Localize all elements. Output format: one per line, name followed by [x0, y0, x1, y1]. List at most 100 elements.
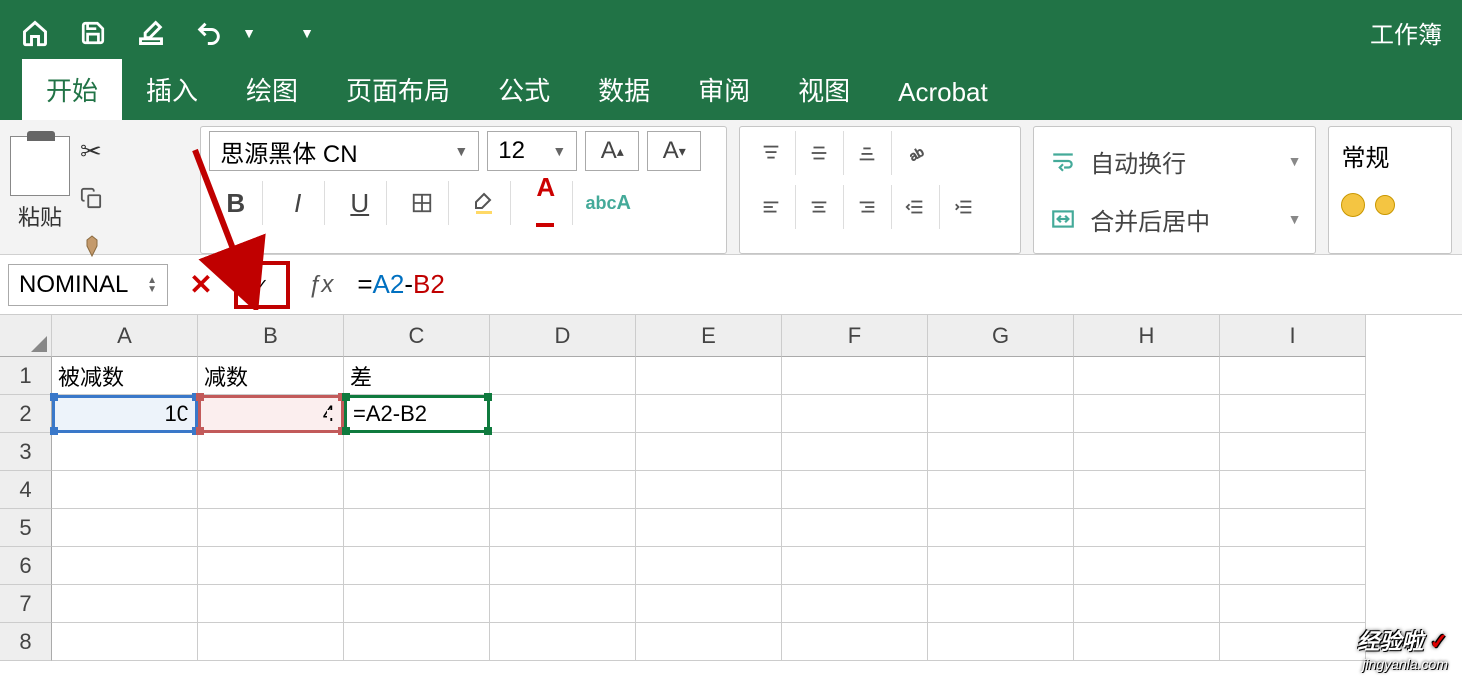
- cell[interactable]: [344, 471, 490, 509]
- cell[interactable]: [198, 471, 344, 509]
- cell[interactable]: [1220, 471, 1366, 509]
- italic-button[interactable]: I: [271, 181, 325, 225]
- cell-h1[interactable]: [1074, 357, 1220, 395]
- underline-button[interactable]: U: [333, 181, 387, 225]
- col-header-i[interactable]: I: [1220, 315, 1366, 357]
- align-center-icon[interactable]: [796, 185, 844, 229]
- currency-icon[interactable]: [1341, 193, 1365, 217]
- row-header-1[interactable]: 1: [0, 357, 52, 395]
- increase-font-icon[interactable]: A▴: [585, 131, 639, 171]
- cell[interactable]: [198, 433, 344, 471]
- fill-color-button[interactable]: [457, 181, 511, 225]
- align-right-icon[interactable]: [844, 185, 892, 229]
- cell[interactable]: [1074, 623, 1220, 661]
- wrap-text-button[interactable]: 自动换行▼: [1048, 135, 1301, 187]
- font-color-button[interactable]: A: [519, 181, 573, 225]
- cell[interactable]: [636, 585, 782, 623]
- cell[interactable]: [636, 547, 782, 585]
- cell[interactable]: [1074, 433, 1220, 471]
- cell-c1[interactable]: 差: [344, 357, 490, 395]
- cell[interactable]: [198, 585, 344, 623]
- borders-button[interactable]: [395, 181, 449, 225]
- cell-d2[interactable]: [490, 395, 636, 433]
- cell-i2[interactable]: [1220, 395, 1366, 433]
- paste-button[interactable]: 粘贴: [10, 126, 70, 232]
- tab-acrobat[interactable]: Acrobat: [874, 65, 1012, 120]
- cell[interactable]: [1220, 585, 1366, 623]
- cell[interactable]: [490, 623, 636, 661]
- tab-review[interactable]: 审阅: [674, 59, 774, 120]
- cell-b1[interactable]: 减数: [198, 357, 344, 395]
- save-icon[interactable]: [78, 18, 108, 48]
- col-header-h[interactable]: H: [1074, 315, 1220, 357]
- cell[interactable]: [344, 585, 490, 623]
- tab-formulas[interactable]: 公式: [474, 59, 574, 120]
- cell[interactable]: [490, 585, 636, 623]
- cell[interactable]: [52, 585, 198, 623]
- number-format-select[interactable]: 常规: [1341, 135, 1439, 175]
- tab-home[interactable]: 开始: [22, 59, 122, 120]
- align-top-icon[interactable]: [748, 131, 796, 175]
- align-left-icon[interactable]: [748, 185, 796, 229]
- cell-g1[interactable]: [928, 357, 1074, 395]
- cell[interactable]: [490, 509, 636, 547]
- cell[interactable]: [1074, 585, 1220, 623]
- row-header-5[interactable]: 5: [0, 509, 52, 547]
- bold-button[interactable]: B: [209, 181, 263, 225]
- col-header-a[interactable]: A: [52, 315, 198, 357]
- cell-g2[interactable]: [928, 395, 1074, 433]
- cell[interactable]: [928, 509, 1074, 547]
- row-header-4[interactable]: 4: [0, 471, 52, 509]
- cell[interactable]: [928, 623, 1074, 661]
- cell[interactable]: [928, 471, 1074, 509]
- cell[interactable]: [198, 623, 344, 661]
- select-all-button[interactable]: [0, 315, 52, 357]
- cell[interactable]: [636, 433, 782, 471]
- cell[interactable]: [1220, 623, 1366, 661]
- cell-a1[interactable]: 被减数: [52, 357, 198, 395]
- cell-c2[interactable]: =A2-B2: [344, 395, 490, 433]
- cell[interactable]: [198, 509, 344, 547]
- undo-dropdown-icon[interactable]: ▼: [234, 18, 264, 48]
- row-header-3[interactable]: 3: [0, 433, 52, 471]
- cell-e2[interactable]: [636, 395, 782, 433]
- cell-e1[interactable]: [636, 357, 782, 395]
- cell-i1[interactable]: [1220, 357, 1366, 395]
- decrease-font-icon[interactable]: A▾: [647, 131, 701, 171]
- format-painter-icon[interactable]: [80, 234, 104, 265]
- decrease-indent-icon[interactable]: [892, 185, 940, 229]
- cell[interactable]: [636, 509, 782, 547]
- col-header-b[interactable]: B: [198, 315, 344, 357]
- cell-d1[interactable]: [490, 357, 636, 395]
- cell[interactable]: [1074, 471, 1220, 509]
- font-name-select[interactable]: 思源黑体 CN▼: [209, 131, 479, 171]
- fx-icon[interactable]: ƒx: [300, 271, 341, 299]
- cell[interactable]: [490, 471, 636, 509]
- home-icon[interactable]: [20, 18, 50, 48]
- cell[interactable]: [52, 509, 198, 547]
- cell[interactable]: [928, 433, 1074, 471]
- cell-f1[interactable]: [782, 357, 928, 395]
- cell[interactable]: [344, 623, 490, 661]
- percent-icon[interactable]: [1375, 195, 1395, 215]
- cell[interactable]: [490, 547, 636, 585]
- stepper-icon[interactable]: ▲▼: [147, 276, 157, 294]
- tab-insert[interactable]: 插入: [122, 59, 222, 120]
- cell[interactable]: [782, 547, 928, 585]
- orientation-icon[interactable]: ab: [892, 131, 940, 175]
- cell[interactable]: [52, 623, 198, 661]
- undo-icon[interactable]: [194, 18, 224, 48]
- align-middle-icon[interactable]: [796, 131, 844, 175]
- cell[interactable]: [782, 433, 928, 471]
- col-header-f[interactable]: F: [782, 315, 928, 357]
- cell[interactable]: [1074, 509, 1220, 547]
- cell[interactable]: [1220, 547, 1366, 585]
- name-box[interactable]: NOMINAL▲▼: [8, 264, 168, 306]
- row-header-8[interactable]: 8: [0, 623, 52, 661]
- tab-data[interactable]: 数据: [574, 59, 674, 120]
- cell[interactable]: [344, 433, 490, 471]
- cell[interactable]: [636, 623, 782, 661]
- font-size-select[interactable]: 12▼: [487, 131, 577, 171]
- col-header-g[interactable]: G: [928, 315, 1074, 357]
- cell[interactable]: [782, 509, 928, 547]
